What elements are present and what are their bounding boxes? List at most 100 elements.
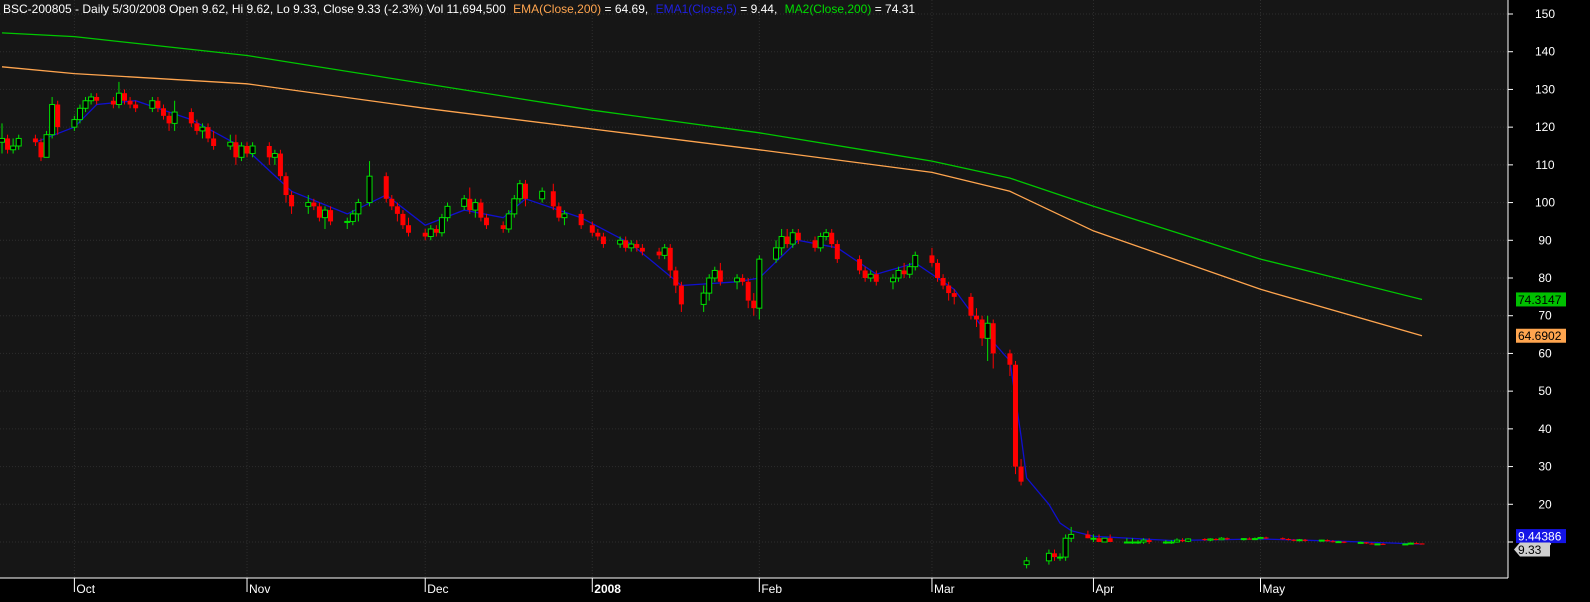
candle-body-up: [505, 213, 512, 230]
y-tick-label: 40: [1538, 422, 1552, 436]
candle-body-up: [1068, 533, 1075, 539]
y-tick-label: 30: [1538, 460, 1552, 474]
candle-body-up: [1185, 538, 1192, 542]
candle-body-down: [784, 236, 790, 245]
candle-body-down: [595, 232, 601, 237]
y-tick-label: 150: [1535, 7, 1555, 21]
candle-body-down: [166, 115, 172, 124]
x-tick-label: Nov: [249, 582, 270, 596]
candle-body-down: [974, 315, 980, 320]
candle-body-up: [1168, 541, 1175, 544]
x-tick-label: Feb: [761, 582, 782, 596]
candle-body-up: [366, 175, 373, 204]
tag-text: 9.44386: [1518, 530, 1562, 544]
candle-body-down: [667, 247, 673, 271]
candle-body-down: [316, 206, 322, 218]
candle-body-down: [1330, 541, 1336, 543]
candle-body-down: [740, 278, 746, 282]
value-tag-ma2: 74.3147: [1516, 292, 1566, 307]
chart-header: BSC-200805 - Daily 5/30/2008 Open 9.62, …: [3, 2, 915, 16]
candle-body-down: [634, 244, 640, 248]
candle-body-up: [344, 220, 351, 223]
candle-body-down: [289, 195, 295, 207]
candle-body-down: [578, 213, 584, 226]
candle-body-up: [539, 190, 546, 200]
candle-body-down: [205, 127, 211, 139]
candle-body-down: [1107, 538, 1113, 542]
value-tag-ema1: 9.44386: [1516, 529, 1566, 544]
ema1-value: = 9.44,: [740, 2, 777, 16]
candle-body-up: [1023, 560, 1030, 566]
candle-body-down: [1380, 543, 1386, 545]
candle-body-up: [227, 141, 234, 147]
candle-body-down: [1224, 538, 1230, 540]
candle-body-down: [433, 228, 439, 233]
candle-body-up: [661, 247, 668, 256]
y-tick-label: 130: [1535, 82, 1555, 96]
x-tick-label: Oct: [76, 582, 95, 596]
candle-body-up: [0, 137, 5, 143]
y-tick-label: 50: [1538, 384, 1552, 398]
candle-body-down: [400, 213, 406, 226]
candle-body-down: [383, 176, 389, 199]
candle-body-up: [1251, 538, 1258, 541]
candle-body-down: [188, 112, 194, 124]
tag-text: 64.6902: [1518, 329, 1562, 343]
candle-body-down: [717, 270, 723, 282]
candle-body-up: [271, 153, 278, 158]
candle-body-up: [516, 183, 523, 200]
candle-body-up: [305, 202, 312, 207]
candle-body-down: [829, 232, 835, 245]
candle-body-up: [773, 247, 780, 260]
candle-body-down: [935, 262, 941, 278]
candle-body-up: [199, 126, 206, 132]
candle-body-up: [889, 277, 896, 283]
candle-body-down: [500, 225, 506, 229]
candle-body-down: [812, 240, 818, 248]
candle-body-down: [1085, 534, 1091, 539]
candle-body-up: [628, 243, 635, 249]
ema1-label: EMA1(Close,5): [656, 2, 737, 16]
candle-body-down: [673, 270, 679, 286]
ma2-label: MA2(Close,200): [785, 2, 872, 16]
candle-body-up: [1045, 552, 1052, 562]
candle-body-up: [617, 239, 624, 245]
candle-body-up: [15, 137, 22, 147]
candle-body-up: [249, 145, 256, 155]
candle-body-up: [711, 269, 718, 279]
candle-body-up: [867, 273, 874, 279]
candle-body-up: [823, 232, 830, 238]
candle-body-down: [133, 104, 139, 109]
candle-body-down: [946, 285, 952, 294]
candle-body-up: [349, 213, 356, 222]
candle-body-down: [1280, 538, 1286, 540]
tag-text: 74.3147: [1518, 293, 1562, 307]
ema-value: = 64.69,: [605, 2, 649, 16]
candle-body-down: [656, 251, 662, 256]
price-chart: 102030405060708090100110120130140150 Oct…: [0, 0, 1590, 602]
candle-body-up: [1057, 556, 1064, 559]
candle-body-up: [984, 322, 991, 339]
candle-body-down: [1341, 541, 1347, 543]
candle-body-up: [1140, 539, 1147, 543]
candle-body-down: [639, 247, 645, 252]
candle-body-up: [461, 198, 468, 207]
y-tick-label: 140: [1535, 45, 1555, 59]
candle-body-up: [756, 258, 763, 309]
value-tag-close: 9.33: [1514, 542, 1550, 557]
candle-body-up: [472, 202, 479, 211]
candle-body-down: [422, 232, 428, 237]
candle-body-down: [110, 100, 116, 105]
candle-body-down: [623, 240, 629, 248]
candle-body-down: [862, 270, 868, 278]
candle-body-down: [556, 206, 562, 218]
candle-body-up: [706, 277, 713, 294]
candle-body-down: [1363, 542, 1369, 544]
y-tick-label: 90: [1538, 233, 1552, 247]
candle-body-down: [55, 104, 61, 128]
candle-body-down: [940, 278, 946, 286]
candle-body-up: [789, 232, 796, 245]
candle-body-down: [122, 93, 128, 101]
candle-body-down: [1246, 538, 1252, 540]
x-tick-label: May: [1263, 582, 1286, 596]
